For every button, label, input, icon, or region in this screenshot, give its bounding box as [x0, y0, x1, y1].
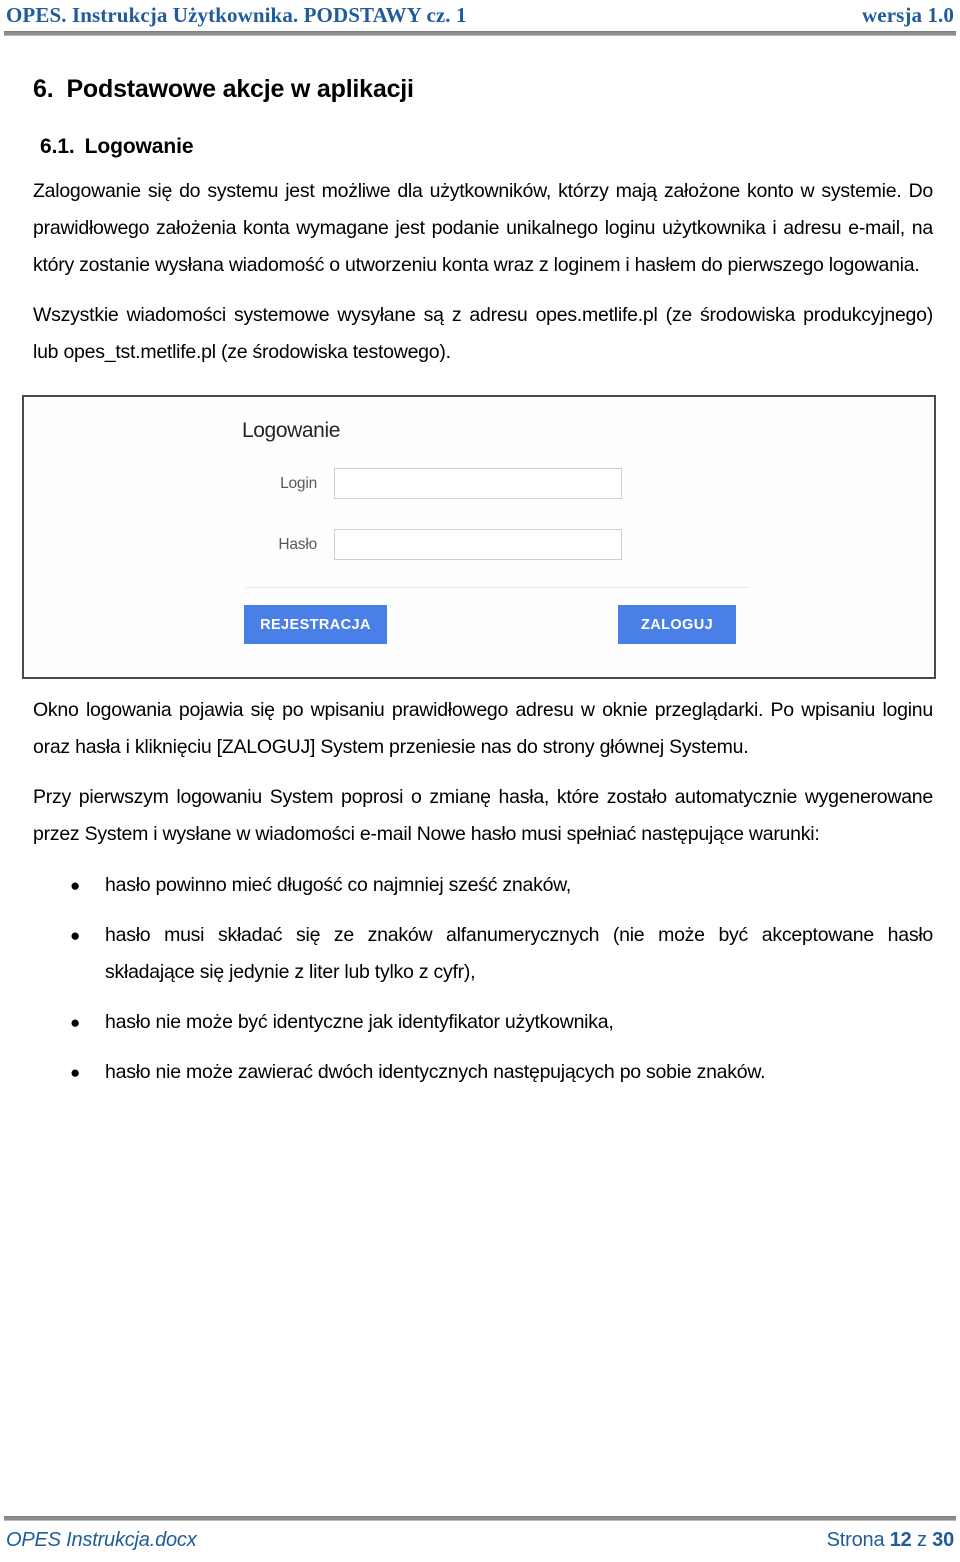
section-title-text: Podstawowe akcje w aplikacji	[66, 75, 414, 103]
list-item-text: hasło nie może zawierać dwóch identyczny…	[105, 1061, 766, 1083]
login-button[interactable]: ZALOGUJ	[618, 605, 736, 644]
paragraph-login-window-info: Okno logowania pojawia się po wpisaniu p…	[33, 699, 933, 758]
page-number-current: 12	[889, 1529, 912, 1551]
page-number: Strona 12 z 30	[826, 1527, 955, 1553]
login-field-label: Login	[280, 474, 317, 492]
login-input[interactable]	[334, 468, 622, 499]
document-version: wersja 1.0	[862, 3, 954, 27]
list-item: ● hasło musi składać się ze znaków alfan…	[0, 917, 960, 991]
section-number: 6.	[33, 75, 54, 103]
header-rule	[4, 31, 956, 36]
login-screen: Logowanie Login Hasło REJESTRACJA ZALOGU…	[24, 397, 934, 677]
password-field-row: Hasło	[184, 528, 654, 561]
page-number-prefix: Strona	[826, 1529, 885, 1551]
list-item: ● hasło powinno mieć długość co najmniej…	[0, 867, 960, 904]
bullet-icon: ●	[70, 1063, 81, 1082]
login-screenshot-frame: Logowanie Login Hasło REJESTRACJA ZALOGU…	[22, 395, 936, 679]
list-item: ● hasło nie może zawierać dwóch identycz…	[0, 1054, 960, 1091]
paragraph-system-mail-addresses: Wszystkie wiadomości systemowe wysyłane …	[33, 304, 933, 363]
password-input[interactable]	[334, 529, 622, 560]
bullet-icon: ●	[70, 876, 81, 895]
subsection-title-text: Logowanie	[84, 135, 194, 158]
login-field-row: Login	[184, 467, 654, 500]
footer-file-name: OPES Instrukcja.docx	[6, 1529, 197, 1551]
register-button[interactable]: REJESTRACJA	[244, 605, 387, 644]
footer-rule	[4, 1516, 956, 1521]
password-field-label: Hasło	[278, 535, 317, 553]
list-item-text: hasło musi składać się ze znaków alfanum…	[105, 924, 933, 983]
page-number-separator: z	[916, 1529, 927, 1551]
login-form-title: Logowanie	[242, 419, 340, 442]
password-conditions-list: ● hasło powinno mieć długość co najmniej…	[0, 867, 960, 1091]
page-footer: OPES Instrukcja.docx Strona 12 z 30	[0, 1500, 960, 1562]
page-number-total: 30	[932, 1529, 954, 1551]
form-divider	[244, 587, 749, 588]
bullet-icon: ●	[70, 926, 81, 945]
page-header: OPES. Instrukcja Użytkownika. PODSTAWY c…	[0, 0, 960, 40]
bullet-icon: ●	[70, 1013, 81, 1032]
subsection-heading: 6.1. Logowanie	[0, 134, 960, 160]
list-item-text: hasło nie może być identyczne jak identy…	[105, 1011, 614, 1033]
list-item-text: hasło powinno mieć długość co najmniej s…	[105, 874, 572, 896]
footer-row: OPES Instrukcja.docx Strona 12 z 30	[6, 1527, 954, 1553]
document-title: OPES. Instrukcja Użytkownika. PODSTAWY c…	[6, 3, 467, 27]
list-item: ● hasło nie może być identyczne jak iden…	[0, 1004, 960, 1041]
page-title: 6. Podstawowe akcje w aplikacji	[0, 74, 960, 104]
subsection-number: 6.1.	[40, 135, 75, 158]
paragraph-account-requirements: Zalogowanie się do systemu jest możliwe …	[33, 180, 933, 276]
login-screenshot-figure: Logowanie Login Hasło REJESTRACJA ZALOGU…	[0, 395, 960, 679]
document-body: 6. Podstawowe akcje w aplikacji 6.1. Logow…	[0, 44, 960, 1104]
paragraph-password-change-info: Przy pierwszym logowaniu System poprosi …	[33, 786, 933, 845]
